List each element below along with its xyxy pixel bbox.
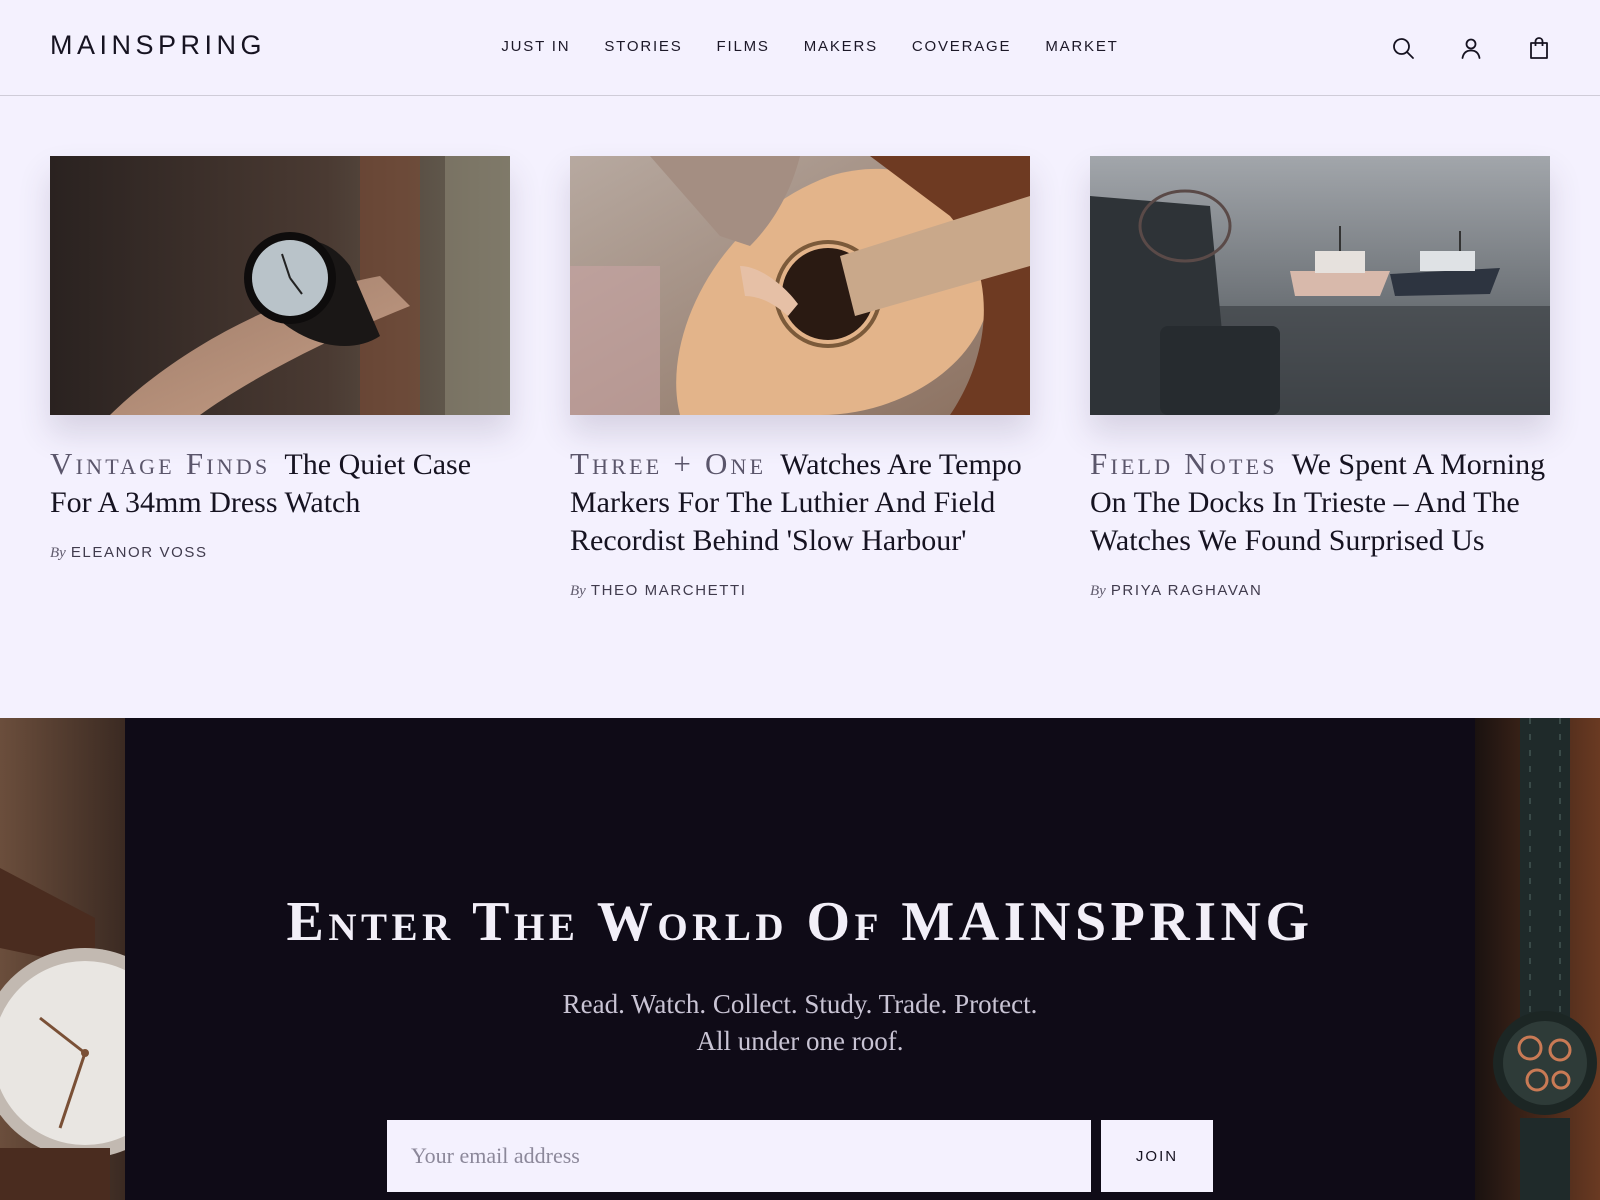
article-author[interactable]: THEO MARCHETTI [591,582,747,599]
article-category[interactable]: Field Notes [1090,446,1278,481]
article-byline: By ELEANOR VOSS [50,544,510,562]
article-image-watch[interactable] [50,156,510,415]
search-icon [1393,38,1414,59]
byline-prefix: By [50,545,66,561]
newsletter-subtitle-line-2: All under one roof. [696,1026,904,1056]
nav-link-coverage[interactable]: COVERAGE [912,38,1011,55]
article-author[interactable]: ELEANOR VOSS [71,544,208,561]
watch-photo-right [1475,718,1600,1200]
article-image-harbour[interactable] [1090,156,1550,415]
watch-photo-left [0,718,125,1200]
nav-link-just-in[interactable]: JUST IN [501,38,570,55]
article-category[interactable]: Three + One [570,446,766,481]
join-button[interactable]: JOIN [1101,1120,1213,1192]
skeleton-watch-image [1475,718,1600,1200]
newsletter-title: Enter The World Of MAINSPRING [286,891,1314,953]
cart-button[interactable] [1526,35,1552,61]
byline-prefix: By [1090,583,1106,599]
article-byline: By PRIYA RAGHAVAN [1090,582,1550,600]
newsletter-subtitle-line-1: Read. Watch. Collect. Study. Trade. Prot… [562,989,1038,1019]
nav-link-films[interactable]: FILMS [717,38,770,55]
account-button[interactable] [1458,35,1484,61]
newsletter-section: Enter The World Of MAINSPRING Read. Watc… [0,718,1600,1200]
article-author[interactable]: PRIYA RAGHAVAN [1111,582,1263,599]
article-card: Three + One Watches Are Tempo Markers For… [570,156,1030,600]
header-actions [1390,35,1552,61]
article-card: Vintage Finds The Quiet Case For A 34mm D… [50,156,510,600]
article-image-guitar[interactable] [570,156,1030,415]
harbour-photo [1090,156,1550,415]
article-card: Field Notes We Spent A Morning On The Doc… [1090,156,1550,600]
article-title[interactable]: Field Notes We Spent A Morning On The Doc… [1090,445,1550,560]
article-byline: By THEO MARCHETTI [570,582,1030,600]
article-category[interactable]: Vintage Finds [50,446,270,481]
email-input[interactable] [387,1120,1091,1192]
account-icon [1461,38,1481,59]
dress-watch-image [0,718,125,1200]
search-button[interactable] [1390,35,1416,61]
article-grid: Vintage Finds The Quiet Case For A 34mm D… [50,156,1550,600]
article-title[interactable]: Three + One Watches Are Tempo Markers For… [570,445,1030,560]
nav-link-makers[interactable]: MAKERS [804,38,878,55]
byline-prefix: By [570,583,586,599]
site-logo[interactable]: MAINSPRING [50,30,266,61]
guitar-photo [570,156,1030,415]
newsletter-subtitle: Read. Watch. Collect. Study. Trade. Prot… [0,986,1600,1060]
newsletter-form: JOIN [387,1120,1213,1192]
wristwatch-photo [50,156,510,415]
article-title[interactable]: Vintage Finds The Quiet Case For A 34mm D… [50,445,510,522]
site-header: MAINSPRING JUST IN STORIES FILMS MAKERS … [0,0,1600,96]
nav-link-stories[interactable]: STORIES [604,38,682,55]
shopping-bag-icon [1530,37,1548,59]
nav-link-market[interactable]: MARKET [1045,38,1118,55]
